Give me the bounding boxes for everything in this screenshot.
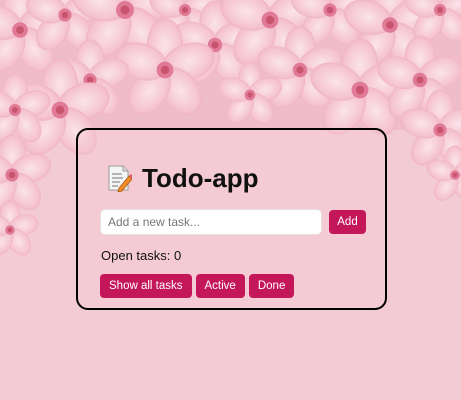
page-title: Todo-app <box>142 163 259 193</box>
add-task-button[interactable]: Add <box>329 210 366 234</box>
title-row: Todo-app <box>106 164 258 192</box>
memo-icon <box>108 165 132 192</box>
active-filter-button[interactable]: Active <box>195 274 245 298</box>
done-filter-button[interactable]: Done <box>248 274 295 298</box>
todo-card: Todo-app Add Open tasks: 0 Show all task… <box>76 128 387 310</box>
show-all-tasks-button[interactable]: Show all tasks <box>100 274 192 298</box>
open-tasks-count: Open tasks: 0 <box>101 248 182 263</box>
filter-buttons: Show all tasks Active Done <box>100 274 295 298</box>
new-task-input[interactable] <box>100 209 322 235</box>
